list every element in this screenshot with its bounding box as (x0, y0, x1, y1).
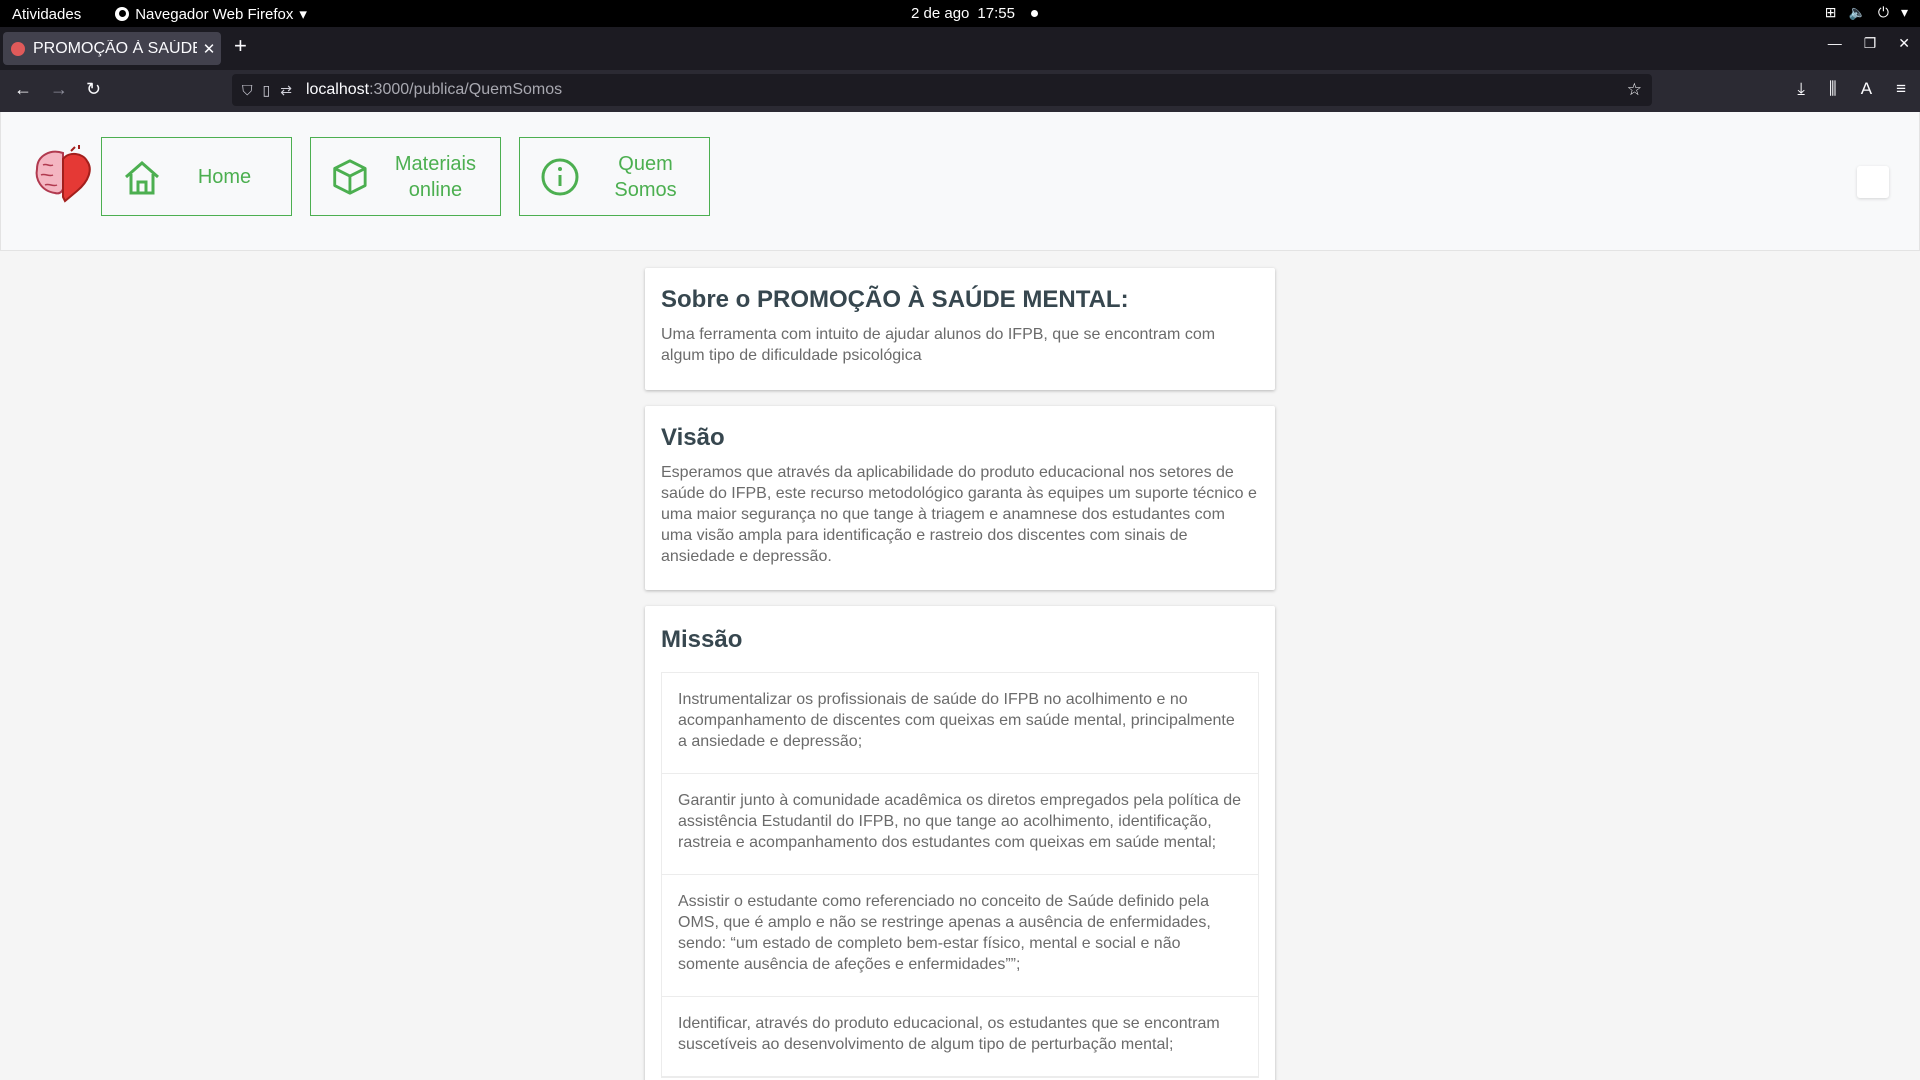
page-content: Home Materiais online Quem Somos Sobre o… (0, 112, 1920, 1080)
notification-dot-icon (1030, 10, 1038, 17)
list-item: Garantir junto à comunidade acadêmica os… (662, 774, 1258, 875)
menu-toggle-button[interactable] (1857, 166, 1889, 198)
system-tray[interactable]: ⊞ 🔈 ⏻ ▾ (1825, 4, 1908, 21)
page-icon[interactable]: ▯ (263, 82, 271, 99)
shield-icon[interactable]: ⛉ (242, 82, 253, 99)
url-host: localhost (305, 81, 370, 98)
vision-card: Visão Esperamos que através da aplicabil… (645, 406, 1275, 590)
chevron-down-icon: ▾ (1900, 4, 1908, 20)
clock[interactable]: 2 de ago 17:55 (911, 5, 1038, 22)
bookmark-star-icon[interactable]: ☆ (1627, 80, 1642, 100)
url-text[interactable]: localhost:3000/publica/QuemSomos (306, 81, 562, 99)
reload-icon[interactable]: ↻ (86, 79, 101, 100)
info-icon (541, 158, 579, 195)
about-card: Sobre o PROMOÇÃO À SAÚDE MENTAL: Uma fer… (645, 268, 1275, 390)
date: 2 de ago (911, 5, 970, 22)
activities-button[interactable]: Atividades (12, 6, 81, 23)
brain-heart-logo[interactable] (33, 145, 95, 203)
nav-materials-label: Materiais online (394, 152, 476, 201)
system-top-bar: Atividades Navegador Web Firefox ▾ 2 de … (0, 0, 1920, 27)
font-reader-icon[interactable]: A (1861, 79, 1872, 99)
site-header: Home Materiais online Quem Somos (0, 112, 1920, 251)
vision-title: Visão (661, 424, 725, 451)
browser-tab[interactable]: PROMOÇÃO À SAÚDE ✕ (3, 32, 221, 65)
list-item: Identificar, através do produto educacio… (662, 997, 1258, 1077)
mission-list: Instrumentalizar os profissionais de saú… (661, 672, 1259, 1078)
new-tab-button[interactable]: + (234, 33, 247, 59)
box-icon (333, 158, 367, 195)
tab-strip: PROMOÇÃO À SAÚDE ✕ + — ❐ ✕ (0, 27, 1920, 70)
nav-about-label: Quem Somos (614, 152, 677, 201)
home-icon (125, 160, 159, 194)
tab-title: PROMOÇÃO À SAÚDE (33, 39, 197, 57)
mission-title: Missão (661, 626, 743, 653)
library-icon[interactable]: ⫼ (1829, 79, 1837, 99)
navigation-bar: ← → ↻ ⛉ ▯ ⇄ localhost:3000/publica/QuemS… (0, 70, 1920, 112)
firefox-icon (115, 7, 130, 21)
minimize-icon[interactable]: — (1828, 35, 1842, 52)
close-window-icon[interactable]: ✕ (1898, 35, 1910, 52)
mission-card: Missão Instrumentalizar os profissionais… (645, 606, 1275, 1080)
power-icon: ⏻ (1877, 4, 1889, 20)
vision-text: Esperamos que através da aplicabilidade … (661, 464, 1257, 565)
permissions-icon[interactable]: ⇄ (280, 82, 292, 99)
volume-icon: 🔈 (1848, 4, 1866, 20)
menu-icon[interactable]: ≡ (1896, 79, 1906, 99)
close-tab-icon[interactable]: ✕ (197, 40, 221, 58)
chevron-down-icon: ▾ (299, 6, 307, 23)
download-icon[interactable]: ⤓ (1797, 79, 1805, 99)
nav-materials-button[interactable]: Materiais online (310, 137, 501, 216)
list-item: Instrumentalizar os profissionais de saú… (662, 673, 1258, 774)
nav-about-button[interactable]: Quem Somos (519, 137, 710, 216)
network-icon: ⊞ (1824, 4, 1837, 20)
list-item: Assistir o estudante como referenciado n… (662, 875, 1258, 997)
url-path: :3000/publica/QuemSomos (369, 81, 563, 98)
url-bar[interactable]: ⛉ ▯ ⇄ localhost:3000/publica/QuemSomos ☆ (232, 74, 1652, 106)
forward-icon[interactable]: → (50, 79, 68, 100)
window-controls: — ❐ ✕ (1828, 35, 1910, 52)
nav-home-button[interactable]: Home (101, 137, 292, 216)
restore-icon[interactable]: ❐ (1864, 35, 1877, 52)
favicon-icon (11, 41, 25, 56)
app-name: Navegador Web Firefox (135, 5, 294, 23)
back-icon[interactable]: ← (14, 79, 32, 100)
time: 17:55 (977, 5, 1015, 22)
about-text: Uma ferramenta com intuito de ajudar alu… (661, 326, 1216, 364)
app-menu[interactable]: Navegador Web Firefox ▾ (115, 5, 307, 23)
about-title: Sobre o PROMOÇÃO À SAÚDE MENTAL: (661, 286, 1129, 313)
nav-home-label: Home (197, 165, 252, 188)
